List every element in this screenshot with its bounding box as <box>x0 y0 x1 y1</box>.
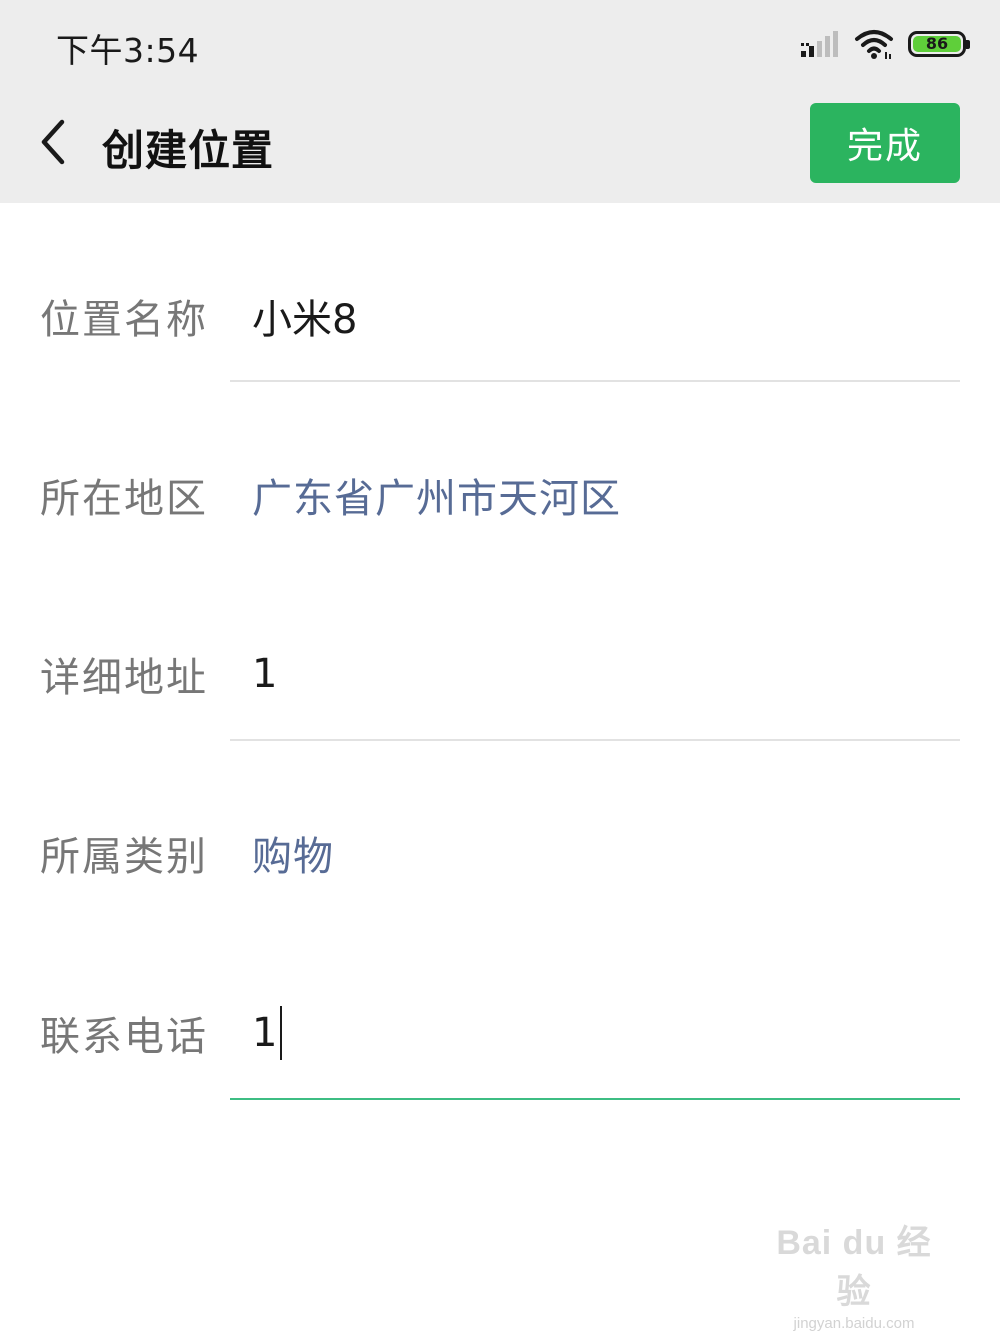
phone-input-wrapper[interactable]: 1 <box>252 973 283 1093</box>
category-row[interactable]: 所属类别 购物 <box>0 793 1000 913</box>
address-divider <box>230 739 960 741</box>
page-title: 创建位置 <box>102 126 275 175</box>
phone-input[interactable]: 1 <box>252 1010 277 1056</box>
address-label: 详细地址 <box>40 655 208 701</box>
done-button[interactable]: 完成 <box>810 103 960 183</box>
category-selector[interactable]: 购物 <box>252 793 334 913</box>
top-bar: 下午3:54 86 创建位置 完成 <box>0 0 1000 203</box>
status-icons: 86 <box>800 26 970 62</box>
battery-level: 86 <box>913 36 961 52</box>
status-time: 下午3:54 <box>56 31 200 70</box>
address-row[interactable]: 详细地址 1 <box>0 614 1000 734</box>
text-caret <box>280 1006 283 1060</box>
phone-divider-active <box>230 1098 960 1100</box>
category-label: 所属类别 <box>40 834 208 880</box>
phone-label: 联系电话 <box>40 1014 208 1060</box>
watermark-logo-text: Bai du 经验 <box>776 1224 932 1311</box>
region-selector[interactable]: 广东省广州市天河区 <box>252 435 621 555</box>
signal-icon <box>801 31 838 57</box>
baidu-watermark: Bai du 经验 jingyan.baidu.com <box>764 1215 944 1332</box>
back-button[interactable] <box>28 112 78 172</box>
chevron-left-icon <box>41 119 65 165</box>
battery-icon: 86 <box>908 31 970 57</box>
wifi-icon <box>855 30 893 59</box>
create-location-screen: 下午3:54 86 创建位置 完成 位置名称 小米8 所在地区 广东省广州市天河… <box>0 0 1000 1333</box>
region-row[interactable]: 所在地区 广东省广州市天河区 <box>0 435 1000 555</box>
watermark-url: jingyan.baidu.com <box>793 1315 915 1332</box>
address-input[interactable]: 1 <box>252 614 277 734</box>
region-label: 所在地区 <box>40 476 208 522</box>
name-row[interactable]: 位置名称 小米8 <box>0 256 1000 376</box>
name-label: 位置名称 <box>40 297 208 343</box>
phone-row[interactable]: 联系电话 1 <box>0 973 1000 1093</box>
name-input[interactable]: 小米8 <box>252 256 357 376</box>
name-divider <box>230 380 960 382</box>
